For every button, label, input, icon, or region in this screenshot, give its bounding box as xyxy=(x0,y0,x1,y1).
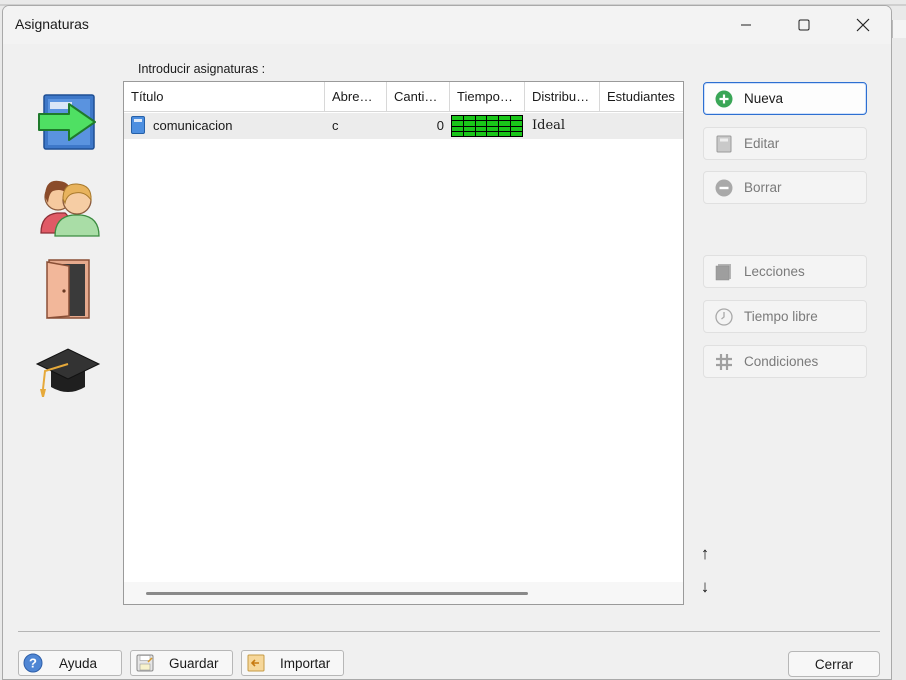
rooms-nav-icon[interactable] xyxy=(35,256,99,320)
cell-distribution: Ideal xyxy=(532,118,566,133)
free-time-button[interactable]: Tiempo libre xyxy=(703,300,867,333)
svg-text:?: ? xyxy=(29,656,37,671)
cell-abbreviation: c xyxy=(332,118,339,133)
subject-title: comunicacion xyxy=(153,118,233,133)
teachers-nav-icon[interactable] xyxy=(35,173,100,237)
help-button-label: Ayuda xyxy=(59,655,98,671)
window-title: Asignaturas xyxy=(15,16,89,32)
column-header-time[interactable]: Tiempo… xyxy=(450,82,525,112)
plus-circle-icon xyxy=(714,89,734,109)
save-icon xyxy=(135,653,155,673)
horizontal-scrollbar[interactable] xyxy=(124,582,683,604)
minimize-button[interactable] xyxy=(723,6,769,44)
background-window-fragment xyxy=(892,20,906,38)
import-icon xyxy=(246,653,266,673)
column-header-abbreviation[interactable]: Abre… xyxy=(325,82,387,112)
edit-doc-icon xyxy=(714,134,734,154)
title-bar: Asignaturas xyxy=(3,6,891,44)
table-header: Título Abre… Canti… Tiempo… Distribu… Es… xyxy=(124,82,683,112)
delete-button[interactable]: Borrar xyxy=(703,171,867,204)
edit-button[interactable]: Editar xyxy=(703,127,867,160)
column-header-distribution[interactable]: Distribu… xyxy=(525,82,600,112)
minimize-icon xyxy=(741,24,751,26)
column-header-students[interactable]: Estudiantes xyxy=(600,82,683,112)
cell-time xyxy=(450,113,525,139)
students-nav-icon[interactable] xyxy=(35,339,101,403)
subject-doc-icon xyxy=(131,116,145,135)
help-button[interactable]: ? Ayuda xyxy=(18,650,122,676)
edit-button-label: Editar xyxy=(744,136,780,151)
conditions-button[interactable]: Condiciones xyxy=(703,345,867,378)
scrollbar-thumb[interactable] xyxy=(146,592,528,595)
hash-icon xyxy=(714,352,734,372)
help-icon: ? xyxy=(23,653,43,673)
move-up-button[interactable]: ↑ xyxy=(697,544,713,564)
green-availability-grid-icon xyxy=(451,115,523,137)
close-icon xyxy=(856,18,870,32)
new-button[interactable]: Nueva xyxy=(703,82,867,115)
list-caption: Introducir asignaturas : xyxy=(138,62,266,76)
save-button[interactable]: Guardar xyxy=(130,650,233,676)
cell-title: comunicacion xyxy=(124,113,325,139)
conditions-button-label: Condiciones xyxy=(744,354,819,369)
table-row[interactable]: comunicacion c 0 Ideal xyxy=(124,113,683,139)
footer-divider xyxy=(18,631,880,632)
import-button[interactable]: Importar xyxy=(241,650,344,676)
new-button-label: Nueva xyxy=(744,91,784,106)
clock-icon xyxy=(714,307,734,327)
lessons-button-label: Lecciones xyxy=(744,264,805,279)
close-button[interactable]: Cerrar xyxy=(788,651,880,677)
minus-circle-icon xyxy=(714,178,734,198)
asignaturas-dialog: Asignaturas Introducir asignaturas: Tít… xyxy=(2,5,892,680)
lessons-button[interactable]: Lecciones xyxy=(703,255,867,288)
close-window-button[interactable] xyxy=(840,6,886,44)
free-time-button-label: Tiempo libre xyxy=(744,309,818,324)
save-button-label: Guardar xyxy=(169,655,219,671)
cell-quantity: 0 xyxy=(436,118,444,133)
maximize-icon xyxy=(798,19,810,31)
lessons-icon xyxy=(714,262,734,282)
column-header-quantity[interactable]: Canti… xyxy=(387,82,450,112)
subjects-table[interactable]: Título Abre… Canti… Tiempo… Distribu… Es… xyxy=(123,81,684,605)
move-down-button[interactable]: ↓ xyxy=(697,577,713,597)
import-button-label: Importar xyxy=(280,655,331,671)
maximize-button[interactable] xyxy=(781,6,827,44)
subjects-nav-icon[interactable] xyxy=(35,90,99,154)
cell-students xyxy=(600,113,683,139)
column-header-title[interactable]: Título xyxy=(124,82,325,112)
delete-button-label: Borrar xyxy=(744,180,782,195)
